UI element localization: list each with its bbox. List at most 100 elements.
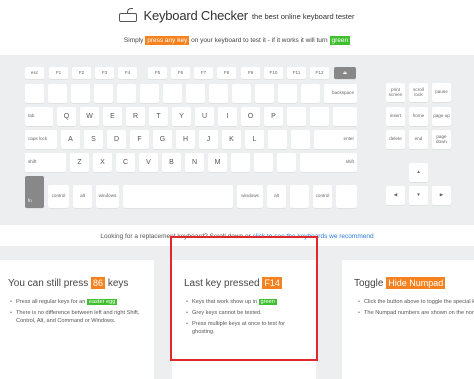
key-8 [209, 84, 228, 103]
key-z: Z [70, 153, 89, 172]
key-f2: F2 [72, 67, 91, 79]
key-print-screen: print screen [386, 83, 405, 102]
press-any-key-badge: press any key [145, 36, 190, 45]
key-comma [231, 153, 250, 172]
key-u: U [195, 107, 214, 126]
key-2 [71, 84, 90, 103]
note-easter-egg-text: Press all regular keys for an [16, 299, 86, 305]
key-enter: enter [314, 130, 357, 149]
key-t: T [149, 107, 168, 126]
list-item: There is no difference between left and … [10, 309, 150, 325]
site-tagline: the best online keyboard tester [251, 12, 355, 21]
key-alt-right: alt [267, 185, 286, 208]
site-header: Keyboard Checker the best online keyboar… [0, 0, 474, 30]
key-q: Q [57, 107, 76, 126]
list-item: Press all regular keys for an easter egg [10, 298, 150, 306]
toggle-title: Toggle Hide Numpad [354, 277, 446, 289]
key-f5: F5 [148, 67, 167, 79]
key-5 [140, 84, 159, 103]
key-page-up: page up [432, 107, 451, 126]
key-menu [290, 185, 309, 208]
keys-remaining-title: You can still press 86 keys [8, 277, 129, 289]
arrow-up-icon: ▲ [409, 163, 428, 182]
key-slash [277, 153, 296, 172]
key-windows-left: windows [96, 185, 119, 208]
key-b: B [162, 153, 181, 172]
arrow-right-icon: ▶ [432, 186, 451, 205]
key-7 [186, 84, 205, 103]
key-equals [301, 84, 320, 103]
key-space [123, 185, 233, 208]
key-scroll-lock: scroll lock [409, 83, 428, 102]
keys-remaining-pre: You can still press [8, 278, 89, 289]
key-h: H [176, 130, 195, 149]
hide-numpad-button[interactable]: Hide Numpad [386, 277, 446, 289]
key-f1: F1 [49, 67, 68, 79]
key-minus [278, 84, 297, 103]
key-tab: tab [25, 107, 53, 126]
key-page-down: page down [432, 130, 451, 149]
arrow-left-icon: ◀ [386, 186, 405, 205]
key-quote [291, 130, 310, 149]
site-title[interactable]: Keyboard Checker [143, 8, 248, 23]
key-backspace: backspace [324, 84, 357, 103]
key-extra-right [336, 185, 357, 208]
green-badge: green [329, 36, 351, 45]
key-o: O [241, 107, 260, 126]
key-c: C [116, 153, 135, 172]
key-fn: fn [25, 176, 44, 208]
key-home: home [409, 107, 428, 126]
highlight-frame [170, 236, 318, 361]
key-n: N [185, 153, 204, 172]
key-g: G [153, 130, 172, 149]
key-a: A [61, 130, 80, 149]
list-item: Click the button above to toggle the spe… [358, 298, 474, 306]
key-9 [232, 84, 251, 103]
key-f12: F12 [310, 67, 329, 79]
instruction-pre: Simply [123, 37, 144, 44]
keys-remaining-post: keys [107, 278, 129, 289]
key-d: D [107, 130, 126, 149]
key-windows-right: windows [237, 185, 263, 208]
toggle-pre: Toggle [354, 278, 384, 289]
key-s: S [84, 130, 103, 149]
key-m: M [208, 153, 227, 172]
key-f10: F10 [264, 67, 283, 79]
keyboard-area: esc F1 F2 F3 F4 F5 F6 F7 F8 F9 F10 F11 F… [0, 55, 474, 225]
key-j: J [199, 130, 218, 149]
instruction-mid: on your keyboard to test it - if it work… [191, 37, 328, 44]
key-f3: F3 [95, 67, 114, 79]
key-3 [94, 84, 113, 103]
left-panel-notes: Press all regular keys for an easter egg… [10, 298, 150, 328]
key-delete: delete [386, 130, 405, 149]
key-capslock: caps lock [25, 130, 57, 149]
key-v: V [139, 153, 158, 172]
key-control-right: control [313, 185, 332, 208]
key-pause: pause [432, 83, 451, 102]
key-f8: F8 [217, 67, 236, 79]
key-bracket-left [287, 107, 306, 126]
key-f6: F6 [171, 67, 190, 79]
key-bracket-right [310, 107, 329, 126]
key-w: W [80, 107, 99, 126]
key-e: E [103, 107, 122, 126]
easter-egg-badge: easter egg [86, 299, 118, 305]
key-alt-left: alt [73, 185, 92, 208]
arrow-down-icon: ▼ [409, 186, 428, 205]
key-y: Y [172, 107, 191, 126]
key-eject: ⏏ [334, 67, 356, 79]
key-backtick [25, 84, 44, 103]
panel-keys-remaining: You can still press 86 keys Press all re… [0, 260, 154, 379]
key-shift-right: shift [300, 153, 357, 172]
key-1 [48, 84, 67, 103]
key-4 [117, 84, 136, 103]
list-item: The Numpad numbers are shown on the norm… [358, 309, 474, 317]
key-k: K [222, 130, 241, 149]
panel-toggle-numpad: Toggle Hide Numpad Click the button abov… [342, 260, 474, 379]
key-end: end [409, 130, 428, 149]
keyboard-logo-icon [119, 8, 138, 22]
key-f11: F11 [287, 67, 306, 79]
key-esc: esc [25, 67, 44, 79]
key-f: F [130, 130, 149, 149]
key-shift-left: shift [25, 153, 66, 172]
